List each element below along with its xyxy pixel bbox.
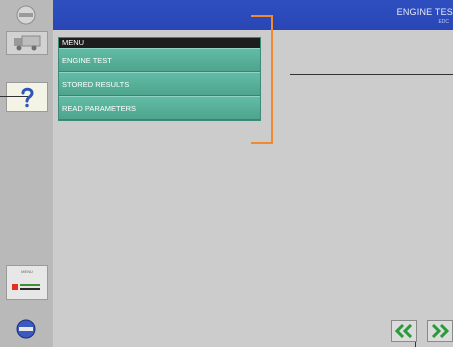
double-chevron-right-icon	[431, 324, 449, 338]
exit-button[interactable]	[6, 317, 46, 341]
vehicle-button[interactable]	[6, 31, 48, 55]
help-button[interactable]	[6, 82, 48, 112]
stop-button[interactable]	[6, 3, 46, 27]
menu-item-engine-test[interactable]: ENGINE TEST	[59, 48, 260, 72]
menu-panel: MENU ENGINE TEST STORED RESULTS READ PAR…	[58, 37, 261, 121]
callout-leader-line-right	[290, 74, 453, 75]
stop-icon	[16, 5, 36, 25]
menu-item-stored-results[interactable]: STORED RESULTS	[59, 72, 260, 96]
double-chevron-left-icon	[395, 324, 413, 338]
menu-item-read-parameters[interactable]: READ PARAMETERS	[59, 96, 260, 120]
callout-leader-line-left	[0, 96, 28, 97]
help-question-icon	[21, 87, 34, 108]
header-title: ENGINE TES	[396, 7, 453, 17]
status-indicator-icon	[12, 284, 40, 290]
forward-button[interactable]	[427, 320, 453, 342]
left-sidebar: MENU	[0, 0, 53, 347]
menu-title: MENU	[59, 38, 260, 48]
back-button[interactable]	[391, 320, 417, 342]
header-subtitle: EDC	[438, 19, 449, 25]
truck-icon	[14, 35, 41, 51]
status-panel: MENU	[6, 265, 48, 300]
callout-bracket	[251, 15, 273, 144]
exit-icon	[16, 319, 36, 339]
